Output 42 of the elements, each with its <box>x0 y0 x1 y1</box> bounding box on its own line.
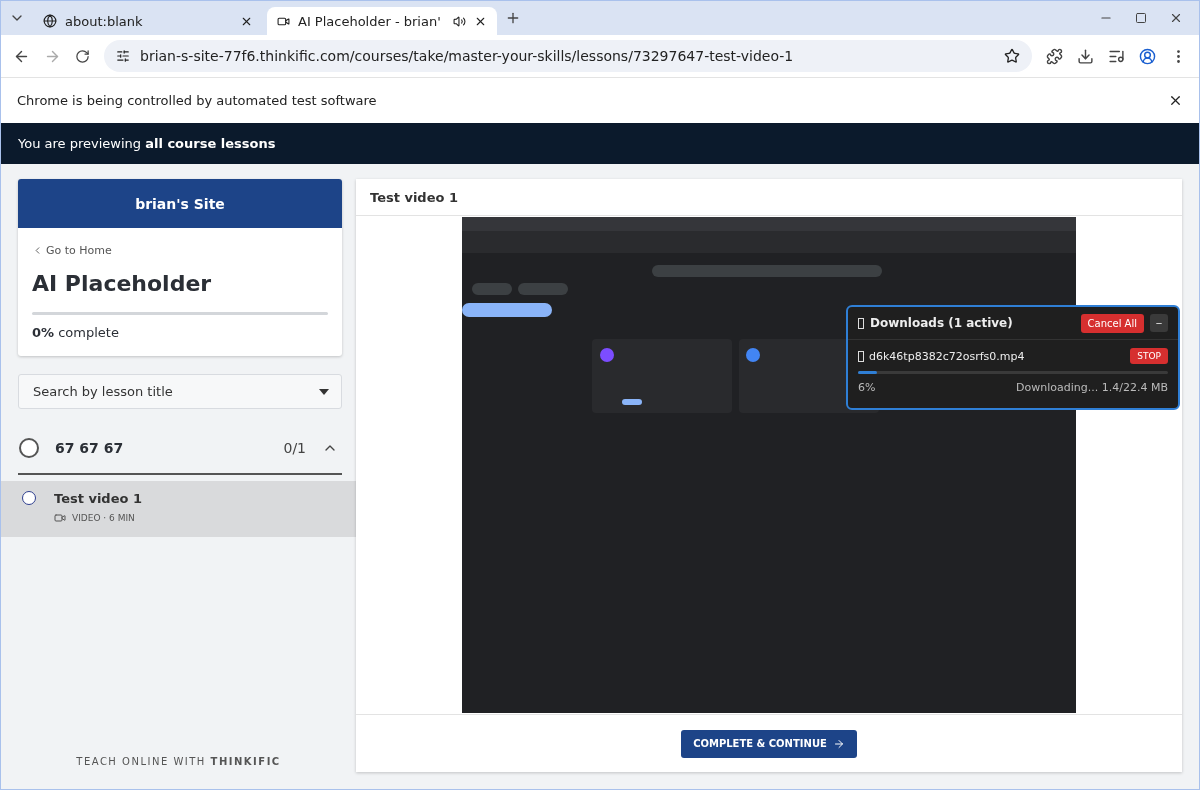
footer-text: TEACH ONLINE WITH THINKIFIC <box>75 756 282 767</box>
download-status: Downloading... 1.4/22.4 MB <box>1016 381 1168 394</box>
lesson-meta: VIDEO · 6 MIN <box>72 513 135 523</box>
caret-icon <box>319 388 329 395</box>
course-title: AI Placeholder <box>32 271 213 296</box>
downloads-title: Downloads (1 active) <box>870 316 1014 330</box>
download-icon[interactable] <box>1077 47 1094 65</box>
missing-glyph-icon <box>858 350 864 362</box>
arrow-right-icon <box>832 737 845 750</box>
preview-message: You are previewing all course lessons <box>18 136 276 151</box>
close-icon[interactable] <box>1169 11 1183 25</box>
maximize-icon[interactable] <box>1135 12 1147 24</box>
close-icon[interactable] <box>1168 93 1183 108</box>
minimize-button[interactable]: − <box>1150 314 1168 332</box>
extensions-icon[interactable] <box>1046 47 1063 65</box>
browser-tab[interactable]: AI Placeholder - brian' <box>267 7 497 35</box>
video-icon <box>54 512 66 524</box>
stop-button[interactable]: STOP <box>1130 348 1168 364</box>
lesson-item[interactable]: Test video 1 VIDEO · 6 MIN <box>1 481 356 537</box>
profile-icon[interactable] <box>1139 47 1156 65</box>
bookmark-icon[interactable] <box>1004 48 1020 64</box>
progress-label: 0% complete <box>32 325 120 340</box>
site-name: brian's Site <box>18 179 342 228</box>
home-link[interactable]: Go to Home <box>32 244 328 257</box>
download-percent: 6% <box>858 381 876 394</box>
infobar-message: Chrome is being controlled by automated test software <box>17 93 377 108</box>
address-bar[interactable]: brian-s-site-77f6.thinkific.com/courses/take/master-your-skills/lessons/73297647-test-video-1 <box>104 40 1032 72</box>
reload-icon[interactable] <box>75 48 90 64</box>
globe-icon <box>43 14 57 28</box>
lesson-search-dropdown[interactable]: Search by lesson title <box>18 374 342 409</box>
complete-continue-button[interactable]: COMPLETE & CONTINUE <box>681 729 857 758</box>
site-settings-icon[interactable] <box>116 49 130 63</box>
lesson-title: Test video 1 <box>54 491 142 506</box>
chapter-header[interactable]: 67 67 67 0/1 <box>18 423 342 475</box>
file-name: d6k46tp8382c72osrfs0.mp4 <box>869 349 1026 363</box>
lesson-heading: Test video 1 <box>356 179 1182 216</box>
speaker-icon <box>453 14 466 28</box>
missing-glyph-icon <box>858 317 864 329</box>
new-tab-icon[interactable] <box>505 10 521 26</box>
cancel-all-button[interactable]: Cancel All <box>1080 313 1144 333</box>
browser-tab[interactable]: about:blank <box>33 7 263 35</box>
chapter-count: 0/1 <box>283 440 306 456</box>
